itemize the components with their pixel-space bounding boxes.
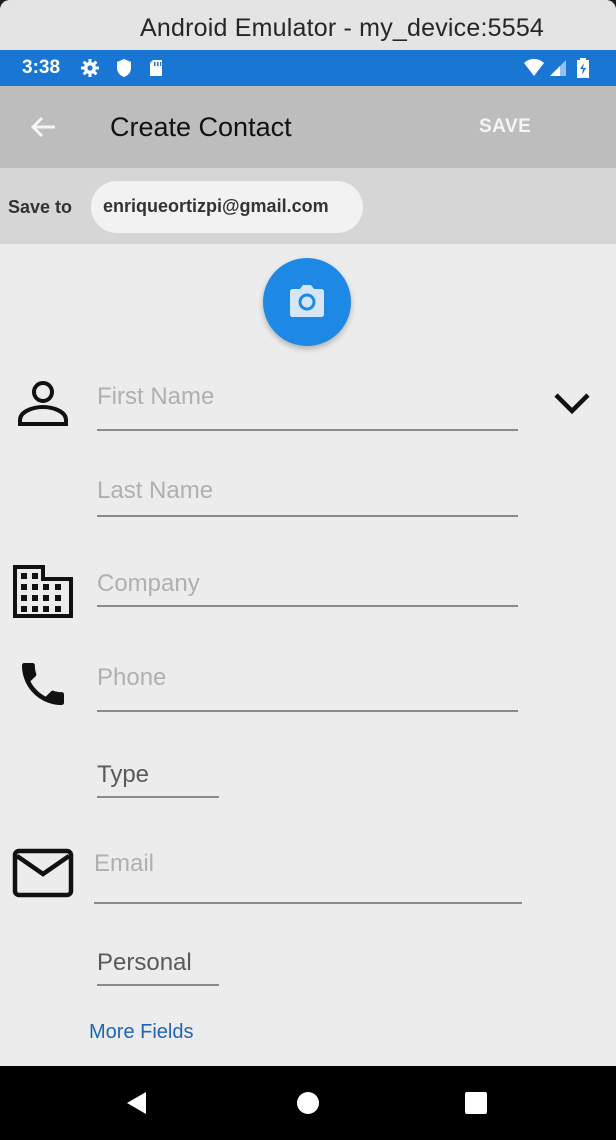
- chevron-down-icon[interactable]: [552, 388, 592, 418]
- phone-field[interactable]: Phone: [97, 661, 518, 712]
- email-icon: [12, 848, 74, 898]
- status-bar: 3:38: [0, 50, 616, 86]
- page-title: Create Contact: [110, 112, 292, 142]
- first-name-placeholder: First Name: [97, 383, 215, 410]
- nav-home-icon[interactable]: [293, 1088, 323, 1118]
- nav-back-icon[interactable]: [122, 1088, 152, 1118]
- email-placeholder: Email: [94, 850, 155, 877]
- status-time: 3:38: [22, 57, 61, 78]
- save-button[interactable]: SAVE: [479, 116, 531, 138]
- signal-icon: [550, 60, 566, 76]
- phone-type-value: Type: [97, 761, 150, 788]
- gear-icon: [81, 59, 99, 77]
- company-field[interactable]: Company: [97, 567, 518, 607]
- battery-icon: [577, 58, 589, 78]
- phone-icon: [22, 663, 64, 705]
- window-title: Android Emulator - my_device:5554: [140, 14, 545, 42]
- nav-recents-icon[interactable]: [461, 1088, 491, 1118]
- email-type-dropdown[interactable]: Personal: [97, 947, 219, 986]
- phone-type-dropdown[interactable]: Type: [97, 760, 219, 798]
- camera-icon: [290, 285, 324, 317]
- phone-placeholder: Phone: [97, 664, 167, 691]
- account-email: enriqueortizpi@gmail.com: [103, 196, 329, 216]
- account-chip[interactable]: enriqueortizpi@gmail.com: [91, 181, 363, 233]
- company-placeholder: Company: [97, 570, 200, 597]
- last-name-field[interactable]: Last Name: [97, 474, 518, 517]
- person-icon: [18, 381, 68, 426]
- save-to-label: Save to: [8, 197, 73, 217]
- more-fields-link[interactable]: More Fields: [89, 1021, 193, 1044]
- first-name-field[interactable]: First Name: [97, 380, 518, 431]
- app-bar: Create Contact SAVE: [0, 86, 616, 168]
- email-type-value: Personal: [97, 949, 192, 976]
- save-to-bar: Save to enriqueortizpi@gmail.com: [0, 168, 616, 244]
- wifi-icon: [524, 58, 544, 76]
- back-arrow-icon[interactable]: [28, 112, 58, 142]
- add-photo-button[interactable]: [263, 258, 351, 346]
- shield-icon: [117, 59, 131, 77]
- system-nav-bar: [0, 1066, 616, 1140]
- last-name-placeholder: Last Name: [97, 477, 214, 504]
- emulator-window: Android Emulator - my_device:5554 3:38 C…: [0, 0, 616, 1140]
- business-icon: [13, 565, 73, 618]
- email-field[interactable]: Email: [94, 848, 522, 904]
- sd-card-icon: [150, 60, 162, 76]
- window-titlebar: Android Emulator - my_device:5554: [0, 0, 616, 50]
